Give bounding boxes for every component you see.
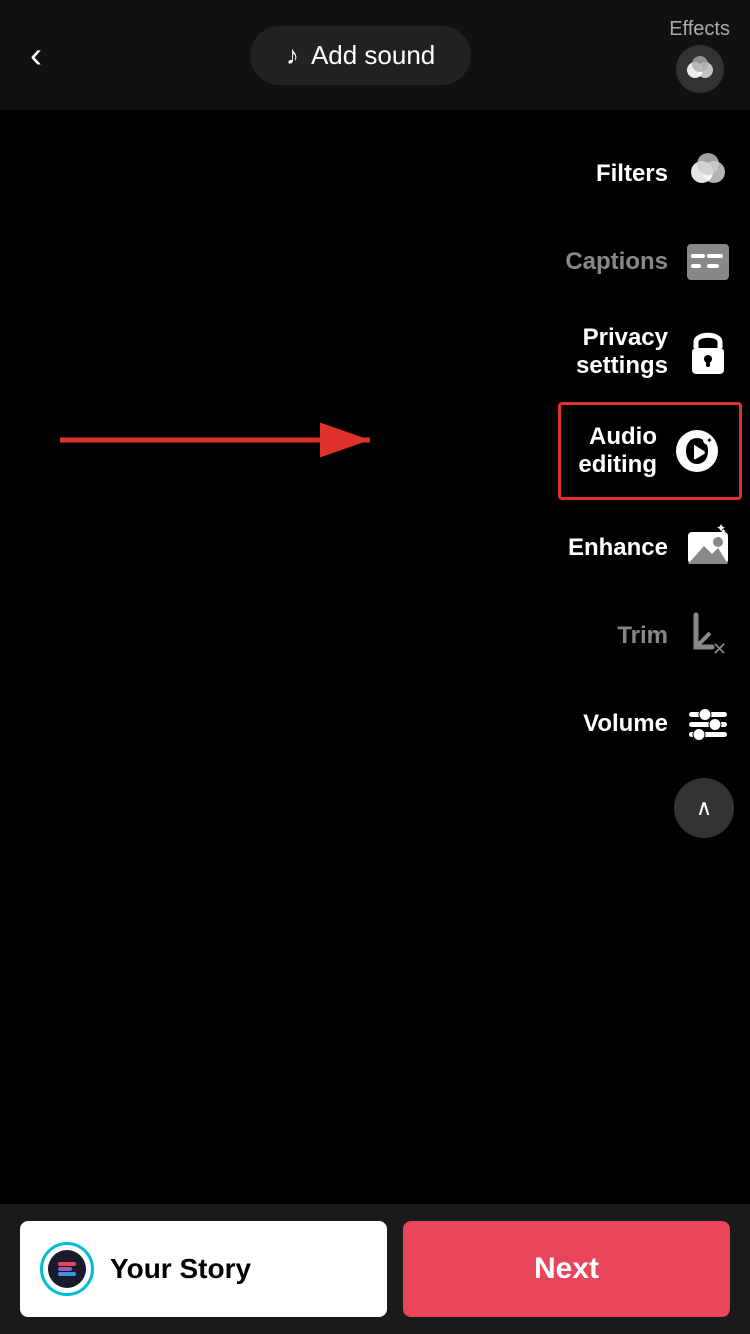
next-button[interactable]: Next xyxy=(403,1221,730,1317)
svg-text:✕: ✕ xyxy=(712,639,727,659)
trim-item[interactable]: Trim ✕ xyxy=(550,592,750,680)
music-icon: ♪ xyxy=(286,40,299,71)
main-content: Filters Captions xyxy=(0,110,750,1204)
right-panel: Filters Captions xyxy=(550,110,750,1204)
bottom-bar: Your Story Next xyxy=(0,1204,750,1334)
audio-editing-icon: ✦ xyxy=(671,425,723,477)
svg-text:✦: ✦ xyxy=(706,436,713,445)
privacy-settings-icon xyxy=(682,326,734,378)
trim-label: Trim xyxy=(617,622,668,650)
enhance-item[interactable]: Enhance ✦ ✦ xyxy=(550,504,750,592)
enhance-icon: ✦ ✦ xyxy=(682,522,734,574)
enhance-label: Enhance xyxy=(568,534,668,562)
volume-item[interactable]: Volume xyxy=(550,680,750,768)
add-sound-button[interactable]: ♪ Add sound xyxy=(250,26,471,85)
filters-icon xyxy=(682,148,734,200)
svg-text:✦: ✦ xyxy=(720,527,727,536)
top-bar: ‹ ♪ Add sound Effects xyxy=(0,0,750,110)
your-story-label: Your Story xyxy=(110,1253,251,1285)
captions-icon xyxy=(682,236,734,288)
filters-item[interactable]: Filters xyxy=(550,130,750,218)
captions-label: Captions xyxy=(565,248,668,276)
audio-editing-label: Audio editing xyxy=(577,423,657,479)
filters-label: Filters xyxy=(596,160,668,188)
story-icon xyxy=(40,1242,94,1296)
captions-item[interactable]: Captions xyxy=(550,218,750,306)
volume-label: Volume xyxy=(583,710,668,738)
audio-editing-item[interactable]: Audio editing ✦ xyxy=(558,402,742,500)
privacy-settings-item[interactable]: Privacy settings xyxy=(550,306,750,398)
volume-icon xyxy=(682,698,734,750)
arrow-container xyxy=(50,390,390,490)
back-button[interactable]: ‹ xyxy=(20,24,52,86)
your-story-button[interactable]: Your Story xyxy=(20,1221,387,1317)
effects-area[interactable]: Effects xyxy=(669,18,730,93)
trim-icon: ✕ xyxy=(682,610,734,662)
effects-icon xyxy=(676,45,724,93)
collapse-button[interactable]: ∧ xyxy=(674,778,734,838)
add-sound-label: Add sound xyxy=(311,40,435,71)
privacy-settings-label: Privacy settings xyxy=(566,324,668,380)
next-label: Next xyxy=(534,1252,599,1285)
effects-label: Effects xyxy=(669,18,730,41)
